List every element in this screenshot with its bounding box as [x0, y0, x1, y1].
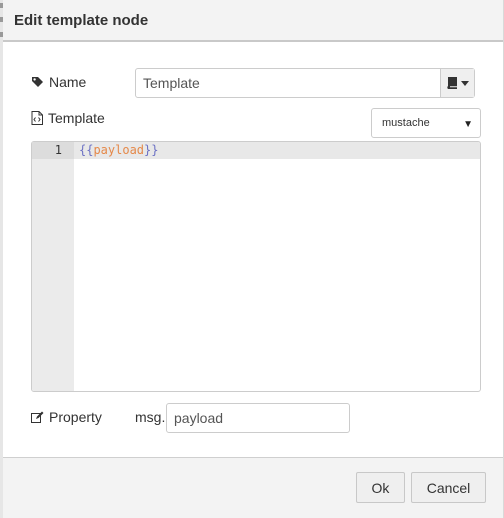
book-icon	[446, 77, 457, 89]
property-label-text: Property	[49, 409, 102, 425]
edit-template-dialog: Edit template node Name Template Templat…	[0, 0, 504, 518]
dialog-footer: Ok Cancel	[3, 457, 503, 518]
template-label: Template	[31, 110, 105, 126]
code-brace-close: }}	[144, 143, 159, 157]
tag-icon	[31, 76, 44, 89]
code-brace-open: {{	[79, 143, 94, 157]
edge-mark	[0, 3, 3, 8]
edge-mark	[0, 32, 3, 37]
name-field	[135, 68, 475, 98]
dialog-title: Edit template node	[14, 12, 149, 29]
name-input[interactable]	[136, 69, 440, 97]
library-button[interactable]	[440, 69, 474, 97]
name-label: Name	[31, 74, 86, 90]
file-code-icon	[31, 111, 43, 125]
dialog-titlebar: Edit template node	[0, 0, 503, 42]
property-label: Property	[31, 409, 102, 425]
line-number: 1	[54, 143, 62, 157]
msg-prefix: msg.	[135, 409, 166, 425]
template-label-text: Template	[48, 110, 105, 126]
ok-button[interactable]: Ok	[356, 472, 405, 503]
code-line[interactable]: {{payload}}	[79, 142, 158, 159]
format-select-value: mustache	[382, 117, 430, 129]
editor-gutter	[32, 142, 74, 391]
property-input[interactable]	[166, 403, 350, 433]
edit-icon	[31, 411, 44, 423]
edge-mark	[0, 17, 3, 22]
template-editor[interactable]: 1 {{payload}}	[31, 141, 481, 392]
format-select[interactable]: mustache ▼	[371, 108, 481, 138]
cancel-button[interactable]: Cancel	[411, 472, 486, 503]
code-variable: payload	[93, 143, 145, 157]
name-label-text: Name	[49, 74, 87, 90]
select-caret-icon: ▼	[463, 119, 473, 130]
dialog-body: Name Template Template mustache ▼ 1 {{pa…	[3, 44, 503, 457]
caret-down-icon	[460, 80, 469, 86]
